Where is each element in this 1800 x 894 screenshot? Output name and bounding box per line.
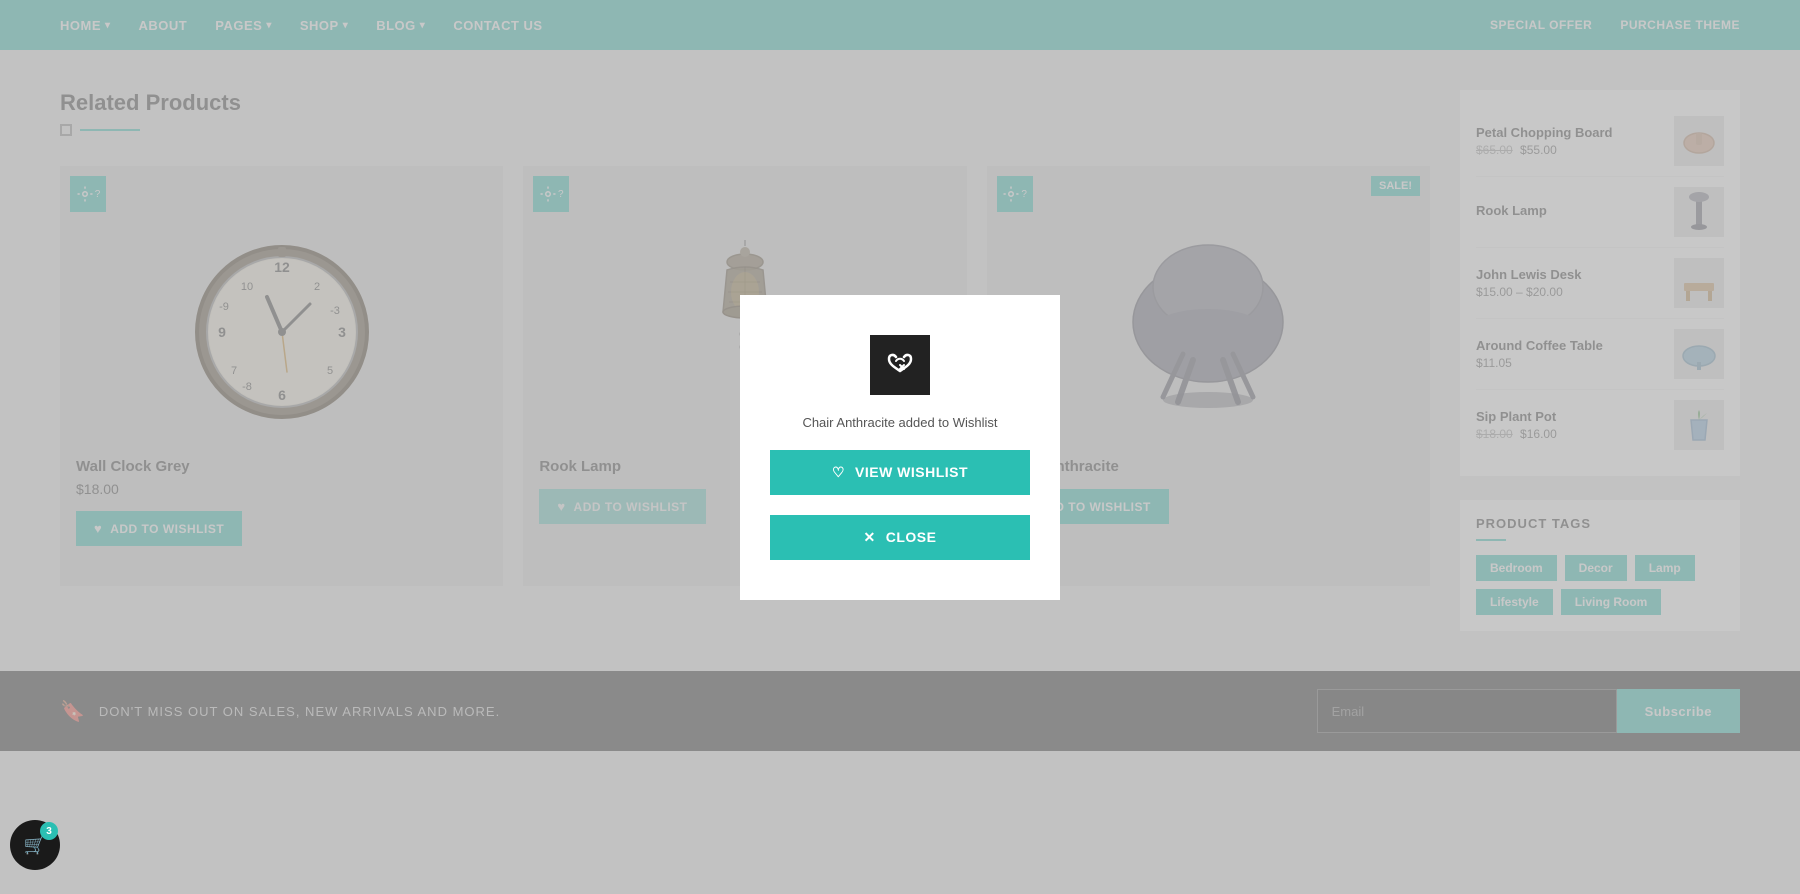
close-modal-button[interactable]: ✕ Close — [770, 515, 1030, 560]
modal-message: Chair Anthracite added to Wishlist — [802, 415, 997, 430]
modal-icon-box — [870, 335, 930, 395]
modal-box: Chair Anthracite added to Wishlist ♡ Vie… — [740, 295, 1060, 600]
heart-icon-modal: ♡ — [832, 464, 845, 481]
cart-badge[interactable]: 🛒 3 — [10, 820, 60, 870]
close-label: Close — [886, 529, 937, 545]
cart-count: 3 — [40, 822, 58, 840]
close-icon: ✕ — [864, 529, 876, 546]
modal-overlay: Chair Anthracite added to Wishlist ♡ Vie… — [0, 0, 1800, 894]
view-wishlist-button[interactable]: ♡ View Wishlist — [770, 450, 1030, 495]
view-wishlist-label: View Wishlist — [855, 464, 968, 480]
